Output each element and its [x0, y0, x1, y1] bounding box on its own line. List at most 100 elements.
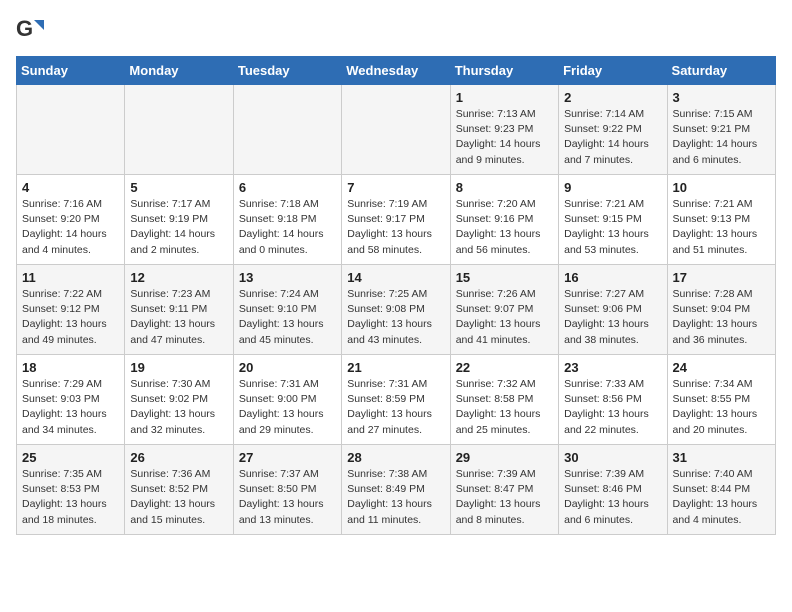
calendar-cell: 7Sunrise: 7:19 AM Sunset: 9:17 PM Daylig…	[342, 175, 450, 265]
day-info: Sunrise: 7:28 AM Sunset: 9:04 PM Dayligh…	[673, 287, 770, 348]
calendar-week-row: 25 Sunrise: 7:35 AM Sunset: 8:53 PM Dayli…	[17, 445, 776, 535]
day-number: 23	[564, 360, 661, 375]
calendar-cell: 2 Sunrise: 7:14 AM Sunset: 9:22 PM Daylig…	[559, 85, 667, 175]
day-info: Sunrise: 7:18 AM Sunset: 9:18 PM Dayligh…	[239, 197, 336, 258]
day-info: Sunrise: 7:23 AM Sunset: 9:11 PM Dayligh…	[130, 287, 227, 348]
day-number: 15	[456, 270, 553, 285]
day-info: Sunrise: 7:39 AM Sunset: 8:47 PM Dayligh…	[456, 467, 553, 528]
day-number: 4	[22, 180, 119, 195]
calendar-table: SundayMondayTuesdayWednesdayThursdayFrid…	[16, 56, 776, 535]
calendar-cell	[125, 85, 233, 175]
day-number: 17	[673, 270, 770, 285]
day-number: 31	[673, 450, 770, 465]
day-info: Sunrise: 7:27 AM Sunset: 9:06 PM Dayligh…	[564, 287, 661, 348]
calendar-cell: 16 Sunrise: 7:27 AM Sunset: 9:06 PM Dayli…	[559, 265, 667, 355]
day-header-tuesday: Tuesday	[233, 57, 341, 85]
calendar-cell: 25 Sunrise: 7:35 AM Sunset: 8:53 PM Dayli…	[17, 445, 125, 535]
calendar-week-row: 4 Sunrise: 7:16 AM Sunset: 9:20 PM Daylig…	[17, 175, 776, 265]
day-number: 29	[456, 450, 553, 465]
day-header-saturday: Saturday	[667, 57, 775, 85]
calendar-cell: 22Sunrise: 7:32 AM Sunset: 8:58 PM Dayli…	[450, 355, 558, 445]
day-number: 30	[564, 450, 661, 465]
calendar-cell: 30 Sunrise: 7:39 AM Sunset: 8:46 PM Dayli…	[559, 445, 667, 535]
calendar-cell: 24 Sunrise: 7:34 AM Sunset: 8:55 PM Dayli…	[667, 355, 775, 445]
calendar-cell: 11 Sunrise: 7:22 AM Sunset: 9:12 PM Dayli…	[17, 265, 125, 355]
day-info: Sunrise: 7:31 AM Sunset: 8:59 PM Dayligh…	[347, 377, 444, 438]
day-header-monday: Monday	[125, 57, 233, 85]
calendar-cell	[342, 85, 450, 175]
day-number: 10	[673, 180, 770, 195]
day-number: 2	[564, 90, 661, 105]
logo: G	[16, 16, 48, 44]
calendar-cell: 27 Sunrise: 7:37 AM Sunset: 8:50 PM Dayli…	[233, 445, 341, 535]
calendar-cell: 8 Sunrise: 7:20 AM Sunset: 9:16 PM Daylig…	[450, 175, 558, 265]
calendar-cell: 4 Sunrise: 7:16 AM Sunset: 9:20 PM Daylig…	[17, 175, 125, 265]
day-header-thursday: Thursday	[450, 57, 558, 85]
day-info: Sunrise: 7:16 AM Sunset: 9:20 PM Dayligh…	[22, 197, 119, 258]
calendar-cell: 5Sunrise: 7:17 AM Sunset: 9:19 PM Daylig…	[125, 175, 233, 265]
day-number: 13	[239, 270, 336, 285]
day-number: 3	[673, 90, 770, 105]
day-number: 20	[239, 360, 336, 375]
day-info: Sunrise: 7:35 AM Sunset: 8:53 PM Dayligh…	[22, 467, 119, 528]
calendar-cell: 18 Sunrise: 7:29 AM Sunset: 9:03 PM Dayli…	[17, 355, 125, 445]
day-number: 26	[130, 450, 227, 465]
calendar-week-row: 1 Sunrise: 7:13 AM Sunset: 9:23 PM Daylig…	[17, 85, 776, 175]
day-info: Sunrise: 7:30 AM Sunset: 9:02 PM Dayligh…	[130, 377, 227, 438]
day-number: 24	[673, 360, 770, 375]
day-number: 16	[564, 270, 661, 285]
day-info: Sunrise: 7:20 AM Sunset: 9:16 PM Dayligh…	[456, 197, 553, 258]
day-info: Sunrise: 7:31 AM Sunset: 9:00 PM Dayligh…	[239, 377, 336, 438]
svg-text:G: G	[16, 16, 33, 41]
day-number: 28	[347, 450, 444, 465]
logo-icon: G	[16, 16, 44, 44]
day-number: 6	[239, 180, 336, 195]
day-number: 12	[130, 270, 227, 285]
page-header: G	[16, 16, 776, 44]
day-info: Sunrise: 7:29 AM Sunset: 9:03 PM Dayligh…	[22, 377, 119, 438]
calendar-cell: 6 Sunrise: 7:18 AM Sunset: 9:18 PM Daylig…	[233, 175, 341, 265]
day-info: Sunrise: 7:34 AM Sunset: 8:55 PM Dayligh…	[673, 377, 770, 438]
calendar-cell: 13 Sunrise: 7:24 AM Sunset: 9:10 PM Dayli…	[233, 265, 341, 355]
day-info: Sunrise: 7:21 AM Sunset: 9:15 PM Dayligh…	[564, 197, 661, 258]
day-number: 19	[130, 360, 227, 375]
calendar-cell: 17 Sunrise: 7:28 AM Sunset: 9:04 PM Dayli…	[667, 265, 775, 355]
day-number: 8	[456, 180, 553, 195]
day-info: Sunrise: 7:13 AM Sunset: 9:23 PM Dayligh…	[456, 107, 553, 168]
day-info: Sunrise: 7:33 AM Sunset: 8:56 PM Dayligh…	[564, 377, 661, 438]
calendar-header-row: SundayMondayTuesdayWednesdayThursdayFrid…	[17, 57, 776, 85]
day-header-wednesday: Wednesday	[342, 57, 450, 85]
day-info: Sunrise: 7:38 AM Sunset: 8:49 PM Dayligh…	[347, 467, 444, 528]
day-info: Sunrise: 7:22 AM Sunset: 9:12 PM Dayligh…	[22, 287, 119, 348]
calendar-cell: 23 Sunrise: 7:33 AM Sunset: 8:56 PM Dayli…	[559, 355, 667, 445]
day-info: Sunrise: 7:25 AM Sunset: 9:08 PM Dayligh…	[347, 287, 444, 348]
calendar-cell: 15Sunrise: 7:26 AM Sunset: 9:07 PM Dayli…	[450, 265, 558, 355]
calendar-cell: 19 Sunrise: 7:30 AM Sunset: 9:02 PM Dayli…	[125, 355, 233, 445]
day-number: 1	[456, 90, 553, 105]
day-info: Sunrise: 7:24 AM Sunset: 9:10 PM Dayligh…	[239, 287, 336, 348]
day-number: 22	[456, 360, 553, 375]
day-info: Sunrise: 7:36 AM Sunset: 8:52 PM Dayligh…	[130, 467, 227, 528]
day-info: Sunrise: 7:21 AM Sunset: 9:13 PM Dayligh…	[673, 197, 770, 258]
calendar-cell: 10 Sunrise: 7:21 AM Sunset: 9:13 PM Dayli…	[667, 175, 775, 265]
calendar-cell	[17, 85, 125, 175]
calendar-week-row: 18 Sunrise: 7:29 AM Sunset: 9:03 PM Dayli…	[17, 355, 776, 445]
calendar-cell: 9 Sunrise: 7:21 AM Sunset: 9:15 PM Daylig…	[559, 175, 667, 265]
day-number: 14	[347, 270, 444, 285]
day-info: Sunrise: 7:39 AM Sunset: 8:46 PM Dayligh…	[564, 467, 661, 528]
day-info: Sunrise: 7:15 AM Sunset: 9:21 PM Dayligh…	[673, 107, 770, 168]
day-number: 9	[564, 180, 661, 195]
day-info: Sunrise: 7:37 AM Sunset: 8:50 PM Dayligh…	[239, 467, 336, 528]
day-info: Sunrise: 7:17 AM Sunset: 9:19 PM Dayligh…	[130, 197, 227, 258]
day-number: 25	[22, 450, 119, 465]
day-info: Sunrise: 7:40 AM Sunset: 8:44 PM Dayligh…	[673, 467, 770, 528]
calendar-cell: 20 Sunrise: 7:31 AM Sunset: 9:00 PM Dayli…	[233, 355, 341, 445]
day-number: 18	[22, 360, 119, 375]
calendar-week-row: 11 Sunrise: 7:22 AM Sunset: 9:12 PM Dayli…	[17, 265, 776, 355]
calendar-cell: 1 Sunrise: 7:13 AM Sunset: 9:23 PM Daylig…	[450, 85, 558, 175]
day-number: 27	[239, 450, 336, 465]
day-number: 11	[22, 270, 119, 285]
day-info: Sunrise: 7:14 AM Sunset: 9:22 PM Dayligh…	[564, 107, 661, 168]
day-info: Sunrise: 7:19 AM Sunset: 9:17 PM Dayligh…	[347, 197, 444, 258]
calendar-cell: 14 Sunrise: 7:25 AM Sunset: 9:08 PM Dayli…	[342, 265, 450, 355]
